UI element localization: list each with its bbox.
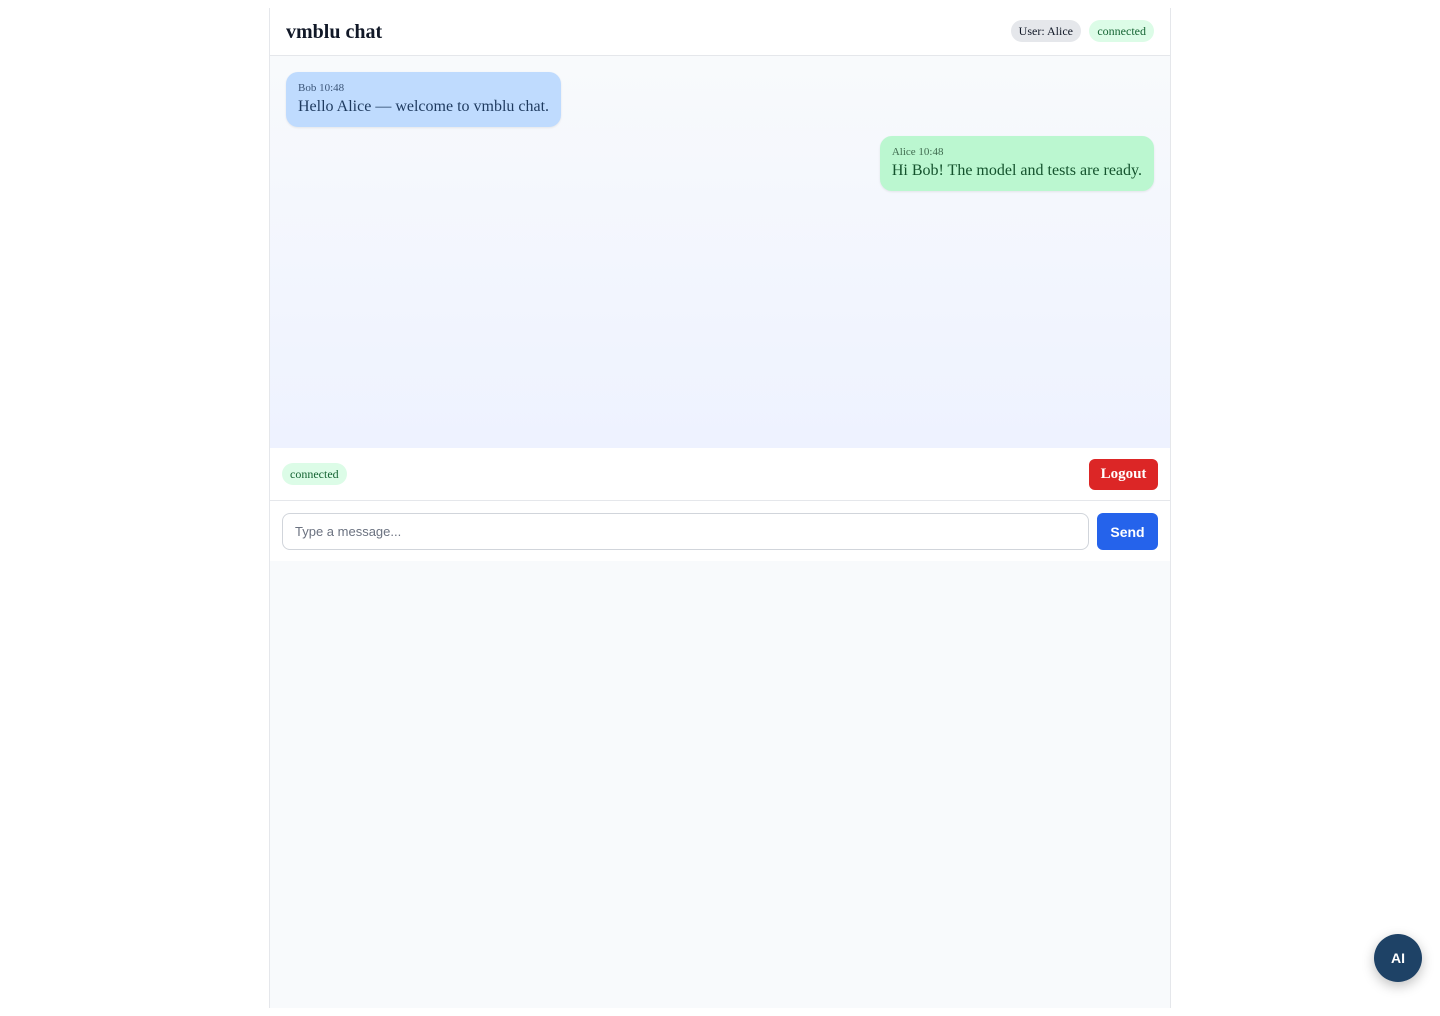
message-text: Hi Bob! The model and tests are ready. xyxy=(891,162,1142,179)
message-outgoing: Alice 10:48 Hi Bob! The model and tests … xyxy=(879,136,1154,191)
message-meta: Bob 10:48 xyxy=(298,82,345,94)
ai-assistant-button[interactable]: AI xyxy=(1374,934,1422,982)
chat-app: vmblu chat User: Alice connected Bob 10:… xyxy=(269,8,1171,1008)
connection-status-badge: connected xyxy=(1089,20,1154,42)
message-incoming: Bob 10:48 Hello Alice — welcome to vmblu… xyxy=(286,72,562,127)
page-title: vmblu chat xyxy=(286,21,383,43)
send-button[interactable]: Send xyxy=(1097,513,1158,550)
message-text: Hello Alice — welcome to vmblu chat. xyxy=(298,98,550,115)
user-badge: User: Alice xyxy=(1010,20,1081,42)
connection-status-badge: connected xyxy=(282,463,347,485)
message-meta: Alice 10:48 xyxy=(891,146,944,158)
message-input[interactable] xyxy=(282,513,1089,550)
message-list[interactable]: Bob 10:48 Hello Alice — welcome to vmblu… xyxy=(270,56,1170,448)
chat-header: vmblu chat User: Alice connected xyxy=(270,8,1170,56)
logout-button[interactable]: Logout xyxy=(1089,459,1158,490)
status-bar: connected Logout xyxy=(270,448,1170,501)
message-composer: Send xyxy=(270,501,1170,561)
